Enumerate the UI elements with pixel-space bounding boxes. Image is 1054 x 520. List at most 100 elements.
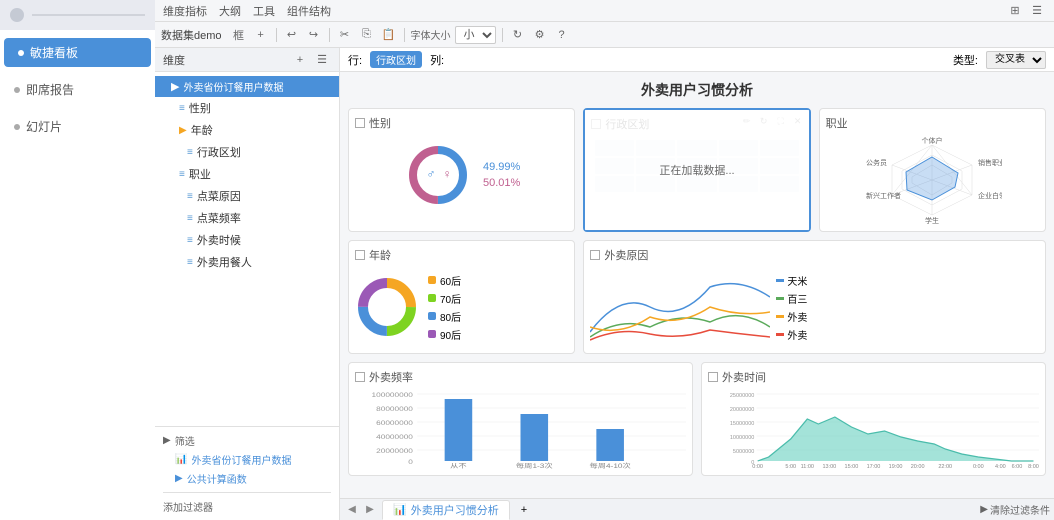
panel-bottom-dataset[interactable]: 📊 外卖省份订餐用户数据 [163, 450, 331, 469]
add-btn[interactable]: + [252, 26, 270, 44]
toolbar: 数据集demo 框 + ↩ ↪ ✂ ⎘ 📋 字体大小 小中大 ↻ ⚙ ? [155, 22, 1054, 48]
tree-field-icon-8: ≡ [187, 257, 193, 268]
svg-text:4:00: 4:00 [995, 464, 1006, 469]
tree-field-icon-1: ≡ [179, 103, 185, 114]
svg-text:0:00: 0:00 [973, 464, 984, 469]
svg-text:学生: 学生 [925, 216, 939, 225]
panel-bottom-calc[interactable]: ▶ 公共计算函数 [163, 469, 331, 488]
radar-svg: 个体户 销售职业者 企业白领 学生 新兴工作者 公务员 [862, 135, 1002, 225]
copy-btn[interactable]: ⎘ [358, 26, 376, 44]
sidebar-top-line [32, 14, 145, 16]
new-btn[interactable]: 框 [230, 26, 248, 44]
svg-text:♀: ♀ [443, 167, 452, 181]
charts-row2-top: 年龄 60后 [348, 240, 1046, 354]
next-tab-btn[interactable]: ▶ [362, 502, 378, 518]
tab-add[interactable]: + [510, 500, 538, 520]
age-title-label: 年龄 [369, 247, 391, 263]
filter-tag-admin[interactable]: 行政区划 [370, 51, 422, 68]
age-check[interactable] [355, 250, 365, 260]
tree-item-6[interactable]: ≡ 点菜频率 [155, 207, 339, 229]
tree-item-3[interactable]: ≡ 行政区划 [155, 141, 339, 163]
frequency-card: 外卖频率 100000000 80000000 60000000 4000000… [348, 362, 693, 476]
age-dot-80s [428, 312, 436, 320]
list-view-btn[interactable]: ☰ [1028, 2, 1046, 20]
type-select[interactable]: 交叉表 [986, 51, 1046, 69]
age-card: 年龄 60后 [348, 240, 575, 354]
age-label-80s: 80后 [440, 309, 461, 324]
tree-item-1[interactable]: ≡ 性别 [155, 97, 339, 119]
panel-bottom-filter[interactable]: ▶ 筛选 [163, 431, 331, 450]
svg-text:80000000: 80000000 [376, 405, 413, 412]
tree-item-0[interactable]: ▶ 外卖省份订餐用户数据 [155, 76, 339, 97]
svg-text:企业白领: 企业白领 [978, 191, 1002, 200]
tree-field-icon-3: ≡ [187, 147, 193, 158]
age-legend-60s: 60后 [428, 273, 461, 288]
prev-tab-btn[interactable]: ◀ [344, 502, 360, 518]
sidebar-item-slides[interactable]: 幻灯片 [0, 112, 155, 141]
gender-donut-svg: ♂ ♀ [403, 140, 473, 210]
svg-text:0: 0 [408, 458, 413, 465]
tab-add-icon: + [521, 504, 527, 516]
tree-item-label-7: 外卖时候 [197, 232, 241, 248]
reason-label-0: 天米 [787, 273, 807, 288]
row-filter-bar: 行: 行政区划 列: 类型: 交叉表 [340, 48, 1054, 72]
menu-item-structure[interactable]: 组件结构 [287, 3, 331, 19]
age-legend-90s: 90后 [428, 327, 461, 342]
font-size-label: 字体大小 [411, 27, 451, 42]
sidebar-item-dashboard[interactable]: 敏捷看板 [4, 38, 151, 67]
age-card-title: 年龄 [355, 247, 568, 263]
menu-item-tools[interactable]: 工具 [253, 3, 275, 19]
font-size-select[interactable]: 小中大 [455, 26, 496, 44]
tree-item-5[interactable]: ≡ 点菜原因 [155, 185, 339, 207]
age-chart: 60后 70后 80后 [355, 267, 568, 347]
add-filter-btn[interactable]: 添加过滤器 [163, 497, 331, 516]
gender-card: 性别 [348, 108, 575, 232]
reason-title-label: 外卖原因 [604, 247, 648, 263]
menu-item-outline[interactable]: 大纲 [219, 3, 241, 19]
toolbar-sep1 [276, 28, 277, 42]
reason-label-3: 外卖 [787, 327, 807, 342]
undo-btn[interactable]: ↩ [283, 26, 301, 44]
dataset-label: 数据集demo [161, 27, 222, 43]
tree-item-7[interactable]: ≡ 外卖时候 [155, 229, 339, 251]
takeaway-reason-card: 外卖原因 [583, 240, 1046, 354]
sidebar-item-report[interactable]: 即席报告 [0, 75, 155, 104]
reason-card-title: 外卖原因 [590, 247, 1039, 263]
tree-group-icon-2: ▶ [179, 125, 187, 136]
cut-btn[interactable]: ✂ [336, 26, 354, 44]
refresh-btn[interactable]: ↻ [509, 26, 527, 44]
tab-takeaway-analysis[interactable]: 📊 外卖用户习惯分析 [382, 500, 510, 520]
occupation-card: 职业 [819, 108, 1046, 232]
gender-check[interactable] [355, 118, 365, 128]
menu-item-dimensions[interactable]: 维度指标 [163, 3, 207, 19]
col-label: 列: [430, 52, 444, 68]
reason-legend-2: 外卖 [776, 309, 807, 324]
main-area: 维度指标 大纲 工具 组件结构 ⊞ ☰ 数据集demo 框 + ↩ ↪ ✂ ⎘ … [155, 0, 1054, 520]
age-legend-70s: 70后 [428, 291, 461, 306]
filter-clear-label: 清除过滤条件 [990, 502, 1050, 517]
tree-item-label-1: 性别 [189, 100, 211, 116]
age-dot-70s [428, 294, 436, 302]
reason-legend: 天米 百三 外卖 [776, 273, 807, 342]
svg-text:60000000: 60000000 [376, 419, 413, 426]
bar-chart-area: 100000000 80000000 60000000 40000000 200… [355, 389, 686, 469]
panel-add-btn[interactable]: + [291, 51, 309, 69]
tree-item-8[interactable]: ≡ 外卖用餐人 [155, 251, 339, 273]
tree-item-4[interactable]: ≡ 职业 [155, 163, 339, 185]
svg-text:11:00: 11:00 [801, 464, 814, 469]
frequency-check[interactable] [355, 372, 365, 382]
time-check[interactable] [708, 372, 718, 382]
paste-btn[interactable]: 📋 [380, 26, 398, 44]
settings-btn[interactable]: ⚙ [531, 26, 549, 44]
grid-view-btn[interactable]: ⊞ [1006, 2, 1024, 20]
panel-menu-btn[interactable]: ☰ [313, 51, 331, 69]
age-label-90s: 90后 [440, 327, 461, 342]
redo-btn[interactable]: ↪ [305, 26, 323, 44]
help-btn[interactable]: ? [553, 26, 571, 44]
calc-tree-label: 公共计算函数 [187, 471, 247, 486]
charts-row3: 外卖频率 100000000 80000000 60000000 4000000… [348, 362, 1046, 476]
reason-check[interactable] [590, 250, 600, 260]
tree-item-2[interactable]: ▶ 年龄 [155, 119, 339, 141]
occupation-card-title: 职业 [826, 115, 1039, 131]
tree-item-label-2: 年龄 [191, 122, 213, 138]
